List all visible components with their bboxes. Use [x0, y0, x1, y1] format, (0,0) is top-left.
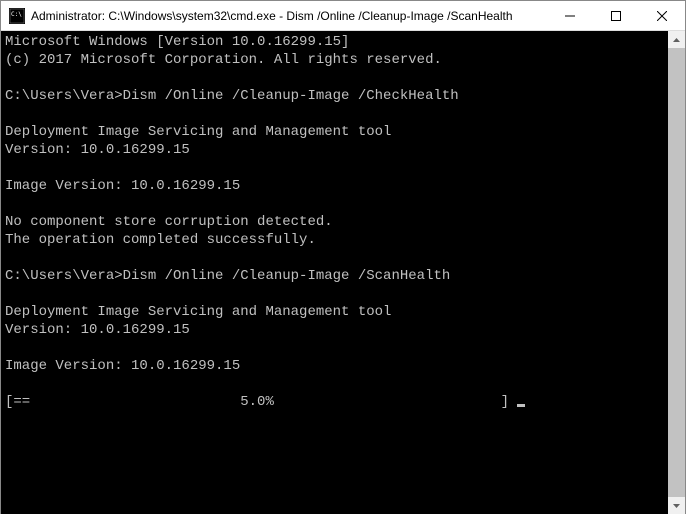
- minimize-button[interactable]: [547, 1, 593, 30]
- terminal-line: [5, 105, 664, 123]
- terminal-line: Version: 10.0.16299.15: [5, 141, 664, 159]
- terminal-line: Image Version: 10.0.16299.15: [5, 357, 664, 375]
- svg-text:C:\: C:\: [11, 11, 22, 18]
- close-button[interactable]: [639, 1, 685, 30]
- scroll-thumb[interactable]: [668, 48, 685, 497]
- terminal-area: Microsoft Windows [Version 10.0.16299.15…: [1, 31, 685, 514]
- terminal-line: Deployment Image Servicing and Managemen…: [5, 303, 664, 321]
- terminal-line: Image Version: 10.0.16299.15: [5, 177, 664, 195]
- scroll-down-arrow-icon[interactable]: [668, 497, 685, 514]
- terminal-output[interactable]: Microsoft Windows [Version 10.0.16299.15…: [1, 31, 668, 514]
- terminal-line: [5, 249, 664, 267]
- scroll-up-arrow-icon[interactable]: [668, 31, 685, 48]
- terminal-line: [5, 339, 664, 357]
- close-icon: [657, 11, 667, 21]
- terminal-line: Version: 10.0.16299.15: [5, 321, 664, 339]
- vertical-scrollbar[interactable]: [668, 31, 685, 514]
- titlebar[interactable]: C:\ Administrator: C:\Windows\system32\c…: [1, 1, 685, 31]
- terminal-line: Deployment Image Servicing and Managemen…: [5, 123, 664, 141]
- terminal-line: No component store corruption detected.: [5, 213, 664, 231]
- terminal-line: [5, 69, 664, 87]
- cursor: [517, 404, 525, 407]
- terminal-line: [5, 159, 664, 177]
- terminal-line: [5, 195, 664, 213]
- terminal-line: The operation completed successfully.: [5, 231, 664, 249]
- terminal-line: [5, 375, 664, 393]
- terminal-line: (c) 2017 Microsoft Corporation. All righ…: [5, 51, 664, 69]
- maximize-icon: [611, 11, 621, 21]
- progress-line: [== 5.0% ]: [5, 393, 664, 411]
- terminal-line: C:\Users\Vera>Dism /Online /Cleanup-Imag…: [5, 267, 664, 285]
- window-title: Administrator: C:\Windows\system32\cmd.e…: [31, 9, 547, 23]
- minimize-icon: [565, 11, 575, 21]
- window-controls: [547, 1, 685, 30]
- maximize-button[interactable]: [593, 1, 639, 30]
- terminal-line: Microsoft Windows [Version 10.0.16299.15…: [5, 33, 664, 51]
- terminal-line: C:\Users\Vera>Dism /Online /Cleanup-Imag…: [5, 87, 664, 105]
- terminal-line: [5, 285, 664, 303]
- cmd-icon: C:\: [9, 8, 25, 24]
- scroll-track[interactable]: [668, 48, 685, 497]
